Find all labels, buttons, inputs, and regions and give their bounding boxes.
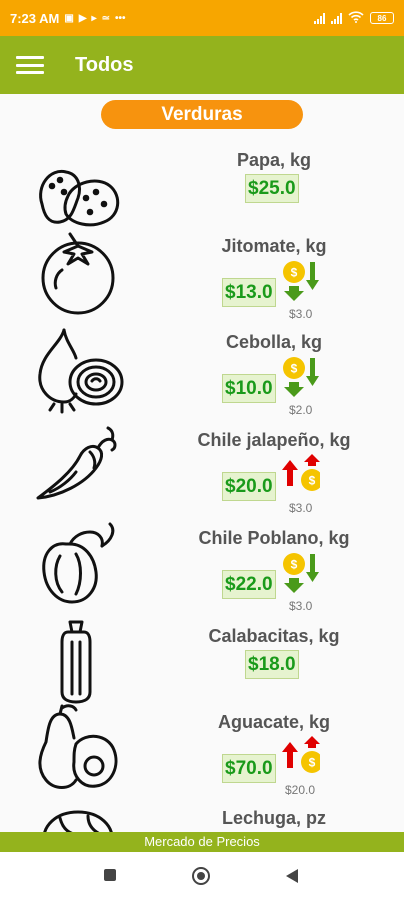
product-name: Aguacate, kg <box>217 712 331 732</box>
list-item[interactable]: Chile Poblano, kg $22.0 $ $3.0 <box>0 520 404 618</box>
price-change: $20.0 <box>285 783 316 797</box>
svg-text:$: $ <box>291 266 298 280</box>
status-time: 7:23 AM <box>10 10 60 26</box>
price-down-icon: $ <box>283 553 319 593</box>
bell-pepper-icon <box>42 522 115 604</box>
footer-banner: Mercado de Precios <box>0 832 404 852</box>
notification-icon: ▣ <box>64 12 74 24</box>
more-notifications-icon: ••• <box>114 12 126 24</box>
price-change: $3.0 <box>289 307 313 321</box>
home-icon[interactable] <box>191 866 211 891</box>
app-bar: Todos <box>0 36 404 94</box>
zucchini-icon <box>60 620 92 704</box>
wifi-icon <box>348 10 364 26</box>
flag-icon: ▸ <box>91 12 97 24</box>
price-change: $3.0 <box>289 599 313 613</box>
back-icon[interactable] <box>285 868 299 889</box>
product-price: $25.0 <box>245 174 299 203</box>
lettuce-icon <box>43 810 113 832</box>
product-price: $13.0 <box>222 278 276 307</box>
price-change: $3.0 <box>289 501 313 515</box>
avocado-icon <box>38 704 118 789</box>
tomato-icon <box>41 232 115 315</box>
svg-text:$: $ <box>309 474 316 488</box>
price-up-icon: $ <box>282 736 320 773</box>
price-down-icon: $ <box>283 261 319 301</box>
product-name: Chile Poblano, kg <box>198 528 350 548</box>
signal-icon <box>314 12 325 24</box>
list-item[interactable]: Cebolla, kg $10.0 $ $2.0 <box>0 324 404 422</box>
play-icon: ▶ <box>78 12 87 24</box>
product-name: Lechuga, pz <box>221 808 326 828</box>
price-up-icon: $ <box>282 454 320 491</box>
cast-icon: ≃ <box>101 12 110 24</box>
list-item[interactable]: Jitomate, kg $13.0 $ $3.0 <box>0 226 404 324</box>
product-name: Chile jalapeño, kg <box>197 430 351 450</box>
battery-level: 86 <box>377 13 387 23</box>
page-title: Todos <box>75 53 134 76</box>
product-name: Jitomate, kg <box>221 236 327 256</box>
product-price: $18.0 <box>245 650 299 679</box>
chili-pepper-icon <box>36 426 117 500</box>
svg-text:$: $ <box>309 756 316 770</box>
price-change: $2.0 <box>289 403 313 417</box>
status-bar: 7:23 AM ▣ ▶ ▸ ≃ ••• 86 <box>0 0 404 36</box>
list-item[interactable]: Chile jalapeño, kg $20.0 $ $3.0 <box>0 422 404 520</box>
product-name: Calabacitas, kg <box>208 626 340 646</box>
price-down-icon: $ <box>283 357 319 397</box>
menu-icon[interactable] <box>16 54 44 76</box>
product-name: Cebolla, kg <box>225 332 323 352</box>
svg-text:$: $ <box>291 362 298 376</box>
signal-icon <box>331 12 342 24</box>
svg-text:$: $ <box>291 558 298 572</box>
product-price: $70.0 <box>222 754 276 783</box>
onion-icon <box>38 328 124 414</box>
navigation-bar <box>0 852 404 900</box>
list-item[interactable]: Lechuga, pz <box>0 800 404 832</box>
potato-icon <box>39 169 120 227</box>
product-price: $20.0 <box>222 472 276 501</box>
product-name: Papa, kg <box>236 150 312 170</box>
product-price: $10.0 <box>222 374 276 403</box>
list-item[interactable]: Calabacitas, kg $18.0 <box>0 618 404 716</box>
product-price: $22.0 <box>222 570 276 599</box>
battery-icon: 86 <box>370 12 394 24</box>
list-item[interactable]: Aguacate, kg $70.0 $ $20.0 <box>0 704 404 802</box>
recent-apps-icon[interactable] <box>103 868 117 887</box>
category-header[interactable]: Verduras <box>101 100 303 129</box>
